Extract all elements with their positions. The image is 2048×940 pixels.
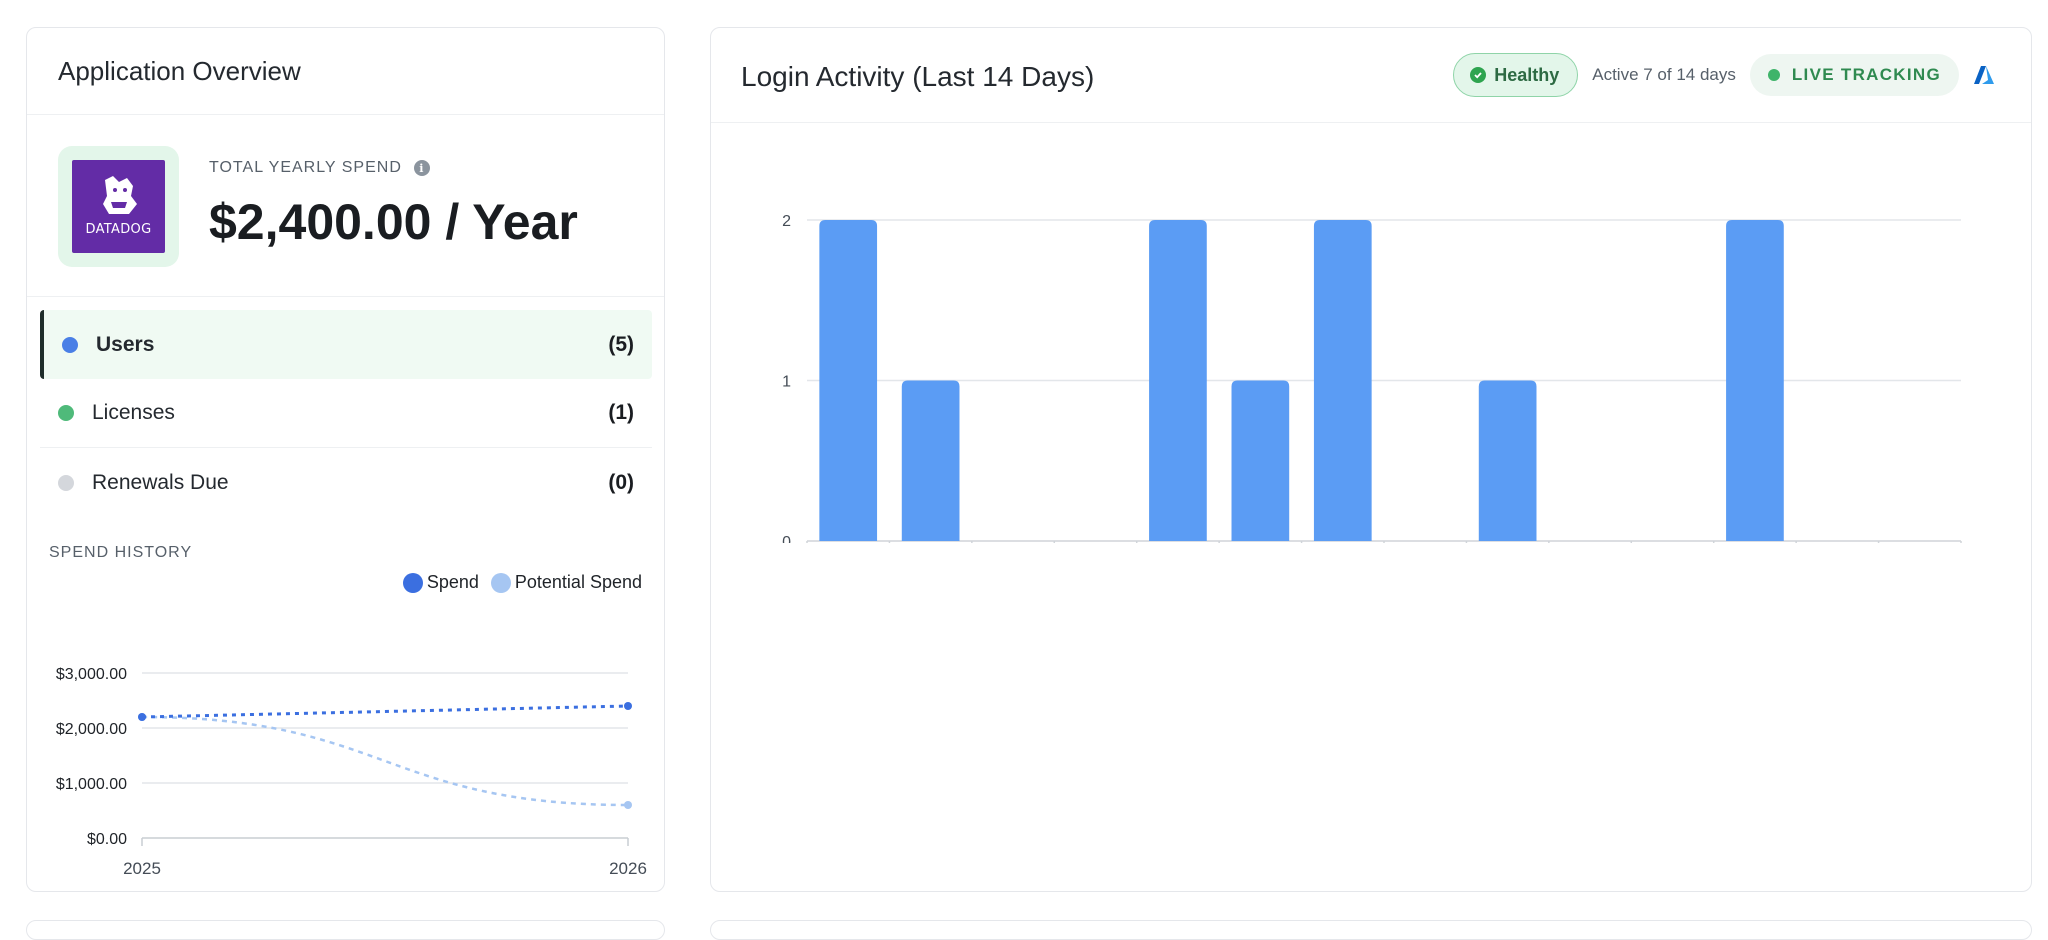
spend-line	[141, 704, 629, 719]
info-icon[interactable]: i	[413, 160, 430, 176]
logo-text: DATADOG	[85, 222, 152, 237]
bar-jul-1	[819, 220, 878, 541]
stat-renewals-left: Renewals Due	[58, 471, 229, 495]
application-overview-card: Application Overview DATADOG TOTAL YEARL…	[26, 27, 665, 892]
active-days-text: Active 7 of 14 days	[1592, 65, 1736, 84]
bar-jul-5	[1149, 220, 1207, 541]
stat-renewals-due[interactable]: Renewals Due (0)	[40, 448, 652, 517]
overview-header: Application Overview	[27, 28, 664, 115]
renewals-dot	[58, 474, 74, 491]
y-tick-label: 0	[782, 534, 791, 543]
y-tick-label: 1	[782, 374, 791, 391]
users-dot	[62, 336, 78, 353]
x-tick-label: 2026	[609, 859, 647, 878]
y-tick-label: $3,000.00	[56, 666, 127, 683]
stat-renewals-count: (0)	[608, 470, 634, 494]
login-activity-chart: 210Jul 2Jul 5Jul 8Jul 11Jul 14	[782, 213, 1962, 543]
stat-renewals-label: Renewals Due	[92, 470, 229, 494]
check-icon	[1470, 67, 1487, 83]
total-yearly-spend-label: TOTAL YEARLY SPEND i	[209, 159, 430, 177]
spend-label-text: TOTAL YEARLY SPEND	[209, 159, 402, 176]
stat-users-label: Users	[96, 332, 155, 356]
live-tracking-label: LIVE TRACKING	[1791, 65, 1941, 84]
potential-spend-line	[141, 715, 629, 807]
legend-potential-label: Potential Spend	[514, 572, 642, 592]
stat-licenses-count: (1)	[608, 401, 634, 424]
login-title: Login Activity (Last 14 Days)	[741, 61, 1095, 92]
legend-potential-swatch	[490, 572, 511, 593]
spend-amount: $2,400.00 / Year	[209, 194, 578, 250]
next-card-right	[710, 920, 2032, 940]
y-tick-label: $0.00	[87, 831, 127, 848]
potential-spend-point	[624, 801, 632, 809]
x-tick-label: 2025	[123, 859, 161, 878]
stat-licenses-label: Licenses	[92, 401, 175, 424]
legend-potential-spend[interactable]: Potential Spend	[490, 572, 642, 593]
stat-licenses[interactable]: Licenses (1)	[40, 379, 652, 448]
legend-spend-label: Spend	[426, 572, 479, 592]
bar-jul-12	[1726, 220, 1784, 541]
app-logo-frame: DATADOG	[58, 146, 179, 267]
stat-users-count: (5)	[608, 332, 634, 356]
login-activity-card: Login Activity (Last 14 Days) Healthy Ac…	[710, 27, 2032, 892]
azure-icon	[1974, 66, 1994, 84]
live-dot-icon	[1767, 69, 1780, 81]
healthy-badge: Healthy	[1453, 53, 1579, 97]
login-header: Login Activity (Last 14 Days) Healthy Ac…	[711, 28, 2031, 123]
datadog-logo: DATADOG	[72, 160, 165, 253]
overview-title: Application Overview	[58, 55, 301, 86]
stat-users[interactable]: Users (5)	[40, 310, 652, 379]
next-card-left	[26, 920, 665, 940]
legend-spend-swatch	[402, 572, 423, 593]
live-tracking-badge: LIVE TRACKING	[1749, 54, 1959, 96]
datadog-dog-icon	[103, 176, 137, 214]
spend-point	[624, 702, 632, 710]
stat-users-left: Users	[62, 333, 154, 357]
healthy-label: Healthy	[1494, 64, 1560, 85]
bar-jul-6	[1231, 380, 1290, 541]
legend-spend[interactable]: Spend	[402, 572, 479, 593]
y-tick-label: $2,000.00	[56, 721, 127, 738]
spend-history-chart: $3,000.00 $2,000.00 $1,000.00 $0.00 2025 2026	[56, 666, 647, 878]
spend-history-label: SPEND HISTORY	[49, 544, 193, 561]
stat-licenses-left: Licenses	[58, 401, 175, 425]
spend-legend: Spend Potential Spend	[402, 572, 642, 593]
bar-jul-2	[901, 380, 960, 541]
bar-jul-9	[1478, 380, 1537, 541]
login-header-status: Healthy Active 7 of 14 days LIVE TRACKIN…	[1453, 53, 1995, 97]
y-tick-label: 2	[782, 213, 791, 230]
y-tick-label: $1,000.00	[56, 776, 127, 793]
bar-jul-7	[1313, 220, 1372, 541]
spend-point	[138, 713, 146, 721]
yearly-spend-block: DATADOG TOTAL YEARLY SPEND i $2,400.00 /…	[27, 115, 664, 297]
stats-list: Users (5) Licenses (1) Renewals Due (0)	[40, 310, 652, 517]
licenses-dot	[58, 405, 74, 421]
